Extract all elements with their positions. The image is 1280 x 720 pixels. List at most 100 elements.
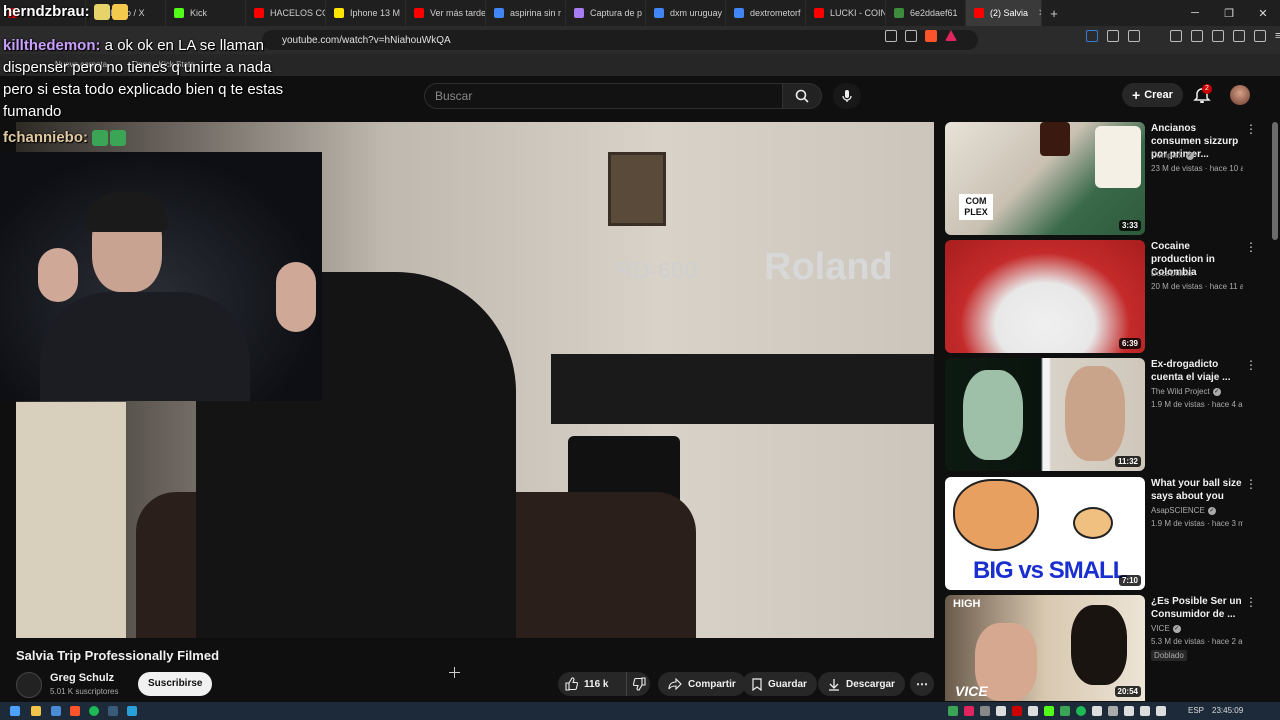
dislike-button[interactable]: [626, 672, 647, 696]
music-icon[interactable]: [1170, 30, 1182, 42]
recommended-video[interactable]: COM PLEX 3:33 Ancianos consumen sizzurp …: [945, 122, 1270, 236]
more-vertical-icon[interactable]: ⋮: [1245, 240, 1257, 254]
tray-icon[interactable]: [1012, 706, 1022, 716]
more-vertical-icon[interactable]: ⋮: [1245, 477, 1257, 491]
cast-icon[interactable]: [885, 30, 897, 42]
url-field[interactable]: youtube.com/watch?v=hNiahouWkQA: [262, 30, 978, 50]
wallet-icon[interactable]: [1212, 30, 1224, 42]
browser-tab-strip: Inicio / X Kick HACELOS CO Iphone 13 M V…: [0, 0, 1280, 26]
more-vertical-icon[interactable]: ⋮: [1245, 122, 1257, 136]
browser-tab[interactable]: Kick: [166, 0, 246, 26]
recommended-video-title[interactable]: What your ball size says about you: [1151, 477, 1243, 503]
recommended-video-title[interactable]: Ex-drogadicto cuenta el viaje ...: [1151, 358, 1243, 384]
brave-rewards-icon[interactable]: [945, 30, 957, 41]
leo-icon[interactable]: [1233, 30, 1245, 42]
close-window-icon[interactable]: ✕: [1246, 0, 1280, 26]
tray-icon[interactable]: [1028, 706, 1038, 716]
puzzle-icon[interactable]: [1107, 30, 1119, 42]
browser-tab[interactable]: Captura de p: [566, 0, 646, 26]
tray-icon[interactable]: [964, 706, 974, 716]
tray-icon[interactable]: [1060, 706, 1070, 716]
share-button[interactable]: Compartir: [658, 672, 746, 696]
browser-tab[interactable]: Ver más tarde: [406, 0, 486, 26]
voice-search-button[interactable]: [833, 83, 861, 109]
recommended-channel[interactable]: Complex ✓: [1151, 151, 1194, 160]
brave-browser-icon[interactable]: [70, 706, 80, 716]
video-thumbnail[interactable]: COM PLEX 3:33: [945, 122, 1145, 235]
minimize-icon[interactable]: ─: [1178, 0, 1212, 26]
browser-tab[interactable]: aspirina sin r: [486, 0, 566, 26]
tray-icon[interactable]: [980, 706, 990, 716]
tray-icon[interactable]: [1108, 706, 1118, 716]
tray-icon[interactable]: [1044, 706, 1054, 716]
thumbs-up-icon: [565, 677, 578, 691]
more-vertical-icon[interactable]: ⋮: [1245, 595, 1257, 609]
browser-tab[interactable]: HACELOS CO: [246, 0, 326, 26]
keyboard-model-text: RD-600: [616, 258, 698, 283]
system-clock[interactable]: 23:45:09: [1212, 706, 1243, 715]
search-input[interactable]: Buscar: [424, 83, 782, 109]
search-button[interactable]: [782, 83, 822, 109]
thumbs-down-icon: [633, 677, 646, 691]
brave-shield-icon[interactable]: [925, 30, 937, 42]
app-icon[interactable]: [127, 706, 137, 716]
file-explorer-icon[interactable]: [31, 706, 41, 716]
windows-start-icon[interactable]: [10, 706, 20, 716]
more-actions-button[interactable]: ⋯: [910, 672, 934, 696]
browser-tab[interactable]: 6e2ddaef61: [886, 0, 966, 26]
more-vertical-icon[interactable]: ⋮: [1245, 358, 1257, 372]
tray-icon[interactable]: [996, 706, 1006, 716]
browser-tab-active[interactable]: (2) Salvia✕: [966, 0, 1042, 26]
tray-icon[interactable]: [1092, 706, 1102, 716]
subscribe-button[interactable]: Suscribirse: [138, 672, 213, 696]
tray-icon[interactable]: [1140, 706, 1150, 716]
recommended-video[interactable]: BIG vs SMALL 7:10 What your ball size sa…: [945, 477, 1270, 591]
spotify-icon[interactable]: [89, 706, 99, 716]
steam-icon[interactable]: [108, 706, 118, 716]
recommended-channel[interactable]: DocsOnline: [1151, 269, 1192, 278]
account-avatar[interactable]: [1230, 85, 1250, 105]
video-thumbnail[interactable]: 6:39: [945, 240, 1145, 353]
tray-icon[interactable]: [1124, 706, 1134, 716]
video-duration: 20:54: [1114, 686, 1141, 697]
recommended-channel[interactable]: AsapSCIENCE ✓: [1151, 506, 1216, 515]
tray-icon[interactable]: [1076, 706, 1086, 716]
extension-icon[interactable]: [1086, 30, 1098, 42]
screenshot-icon[interactable]: [1128, 30, 1140, 42]
vpn-icon[interactable]: [1254, 30, 1266, 42]
browser-tab[interactable]: dxm uruguay: [646, 0, 726, 26]
tray-icon[interactable]: [1156, 706, 1166, 716]
download-button[interactable]: Descargar: [818, 672, 905, 696]
video-thumbnail[interactable]: HIGH VICE 20:54: [945, 595, 1145, 701]
recommended-channel[interactable]: VICE ✓: [1151, 624, 1181, 633]
new-tab-button[interactable]: +: [1042, 0, 1066, 26]
sidebar-icon[interactable]: [1191, 30, 1203, 42]
chat-message: killthedemon: a ok ok en LA se llaman: [3, 37, 264, 54]
maximize-icon[interactable]: ❐: [1212, 0, 1246, 26]
chat-username: killthedemon:: [3, 37, 101, 54]
create-button[interactable]: + Crear: [1122, 83, 1183, 107]
thumbnail-logo-text: COM PLEX: [959, 194, 993, 220]
browser-tab[interactable]: dextrometorf: [726, 0, 806, 26]
tray-icon[interactable]: [948, 706, 958, 716]
app-icon[interactable]: [51, 706, 61, 716]
recommended-video-title[interactable]: ¿Es Posible Ser un Consumidor de ...: [1151, 595, 1243, 621]
browser-tab[interactable]: LUCKI - COIN: [806, 0, 886, 26]
save-button[interactable]: Guardar: [742, 672, 817, 696]
video-thumbnail[interactable]: 11:32: [945, 358, 1145, 471]
channel-avatar[interactable]: [16, 672, 42, 698]
recommended-video[interactable]: HIGH VICE 20:54 ¿Es Posible Ser un Consu…: [945, 595, 1270, 701]
bookmark-icon: [752, 677, 762, 691]
share-icon[interactable]: [905, 30, 917, 42]
recommended-channel[interactable]: The Wild Project ✓: [1151, 387, 1221, 396]
video-thumbnail[interactable]: BIG vs SMALL 7:10: [945, 477, 1145, 590]
channel-name[interactable]: Greg Schulz: [50, 672, 114, 684]
browser-tab[interactable]: Iphone 13 M: [326, 0, 406, 26]
like-button[interactable]: 116 k: [564, 672, 608, 696]
recommended-video[interactable]: 6:39 Cocaine production in Colombia Docs…: [945, 240, 1270, 354]
page-scrollbar[interactable]: [1272, 122, 1278, 240]
keyboard-language[interactable]: ESP: [1188, 706, 1204, 715]
subscriber-count: 5.01 K suscriptores: [50, 687, 119, 696]
menu-icon[interactable]: ≡: [1275, 30, 1280, 42]
recommended-video[interactable]: 11:32 Ex-drogadicto cuenta el viaje ... …: [945, 358, 1270, 472]
